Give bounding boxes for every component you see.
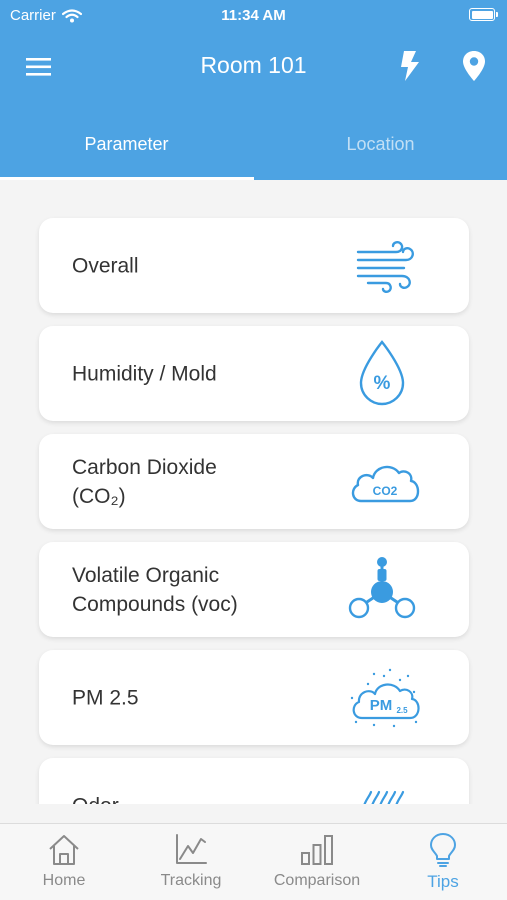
parameter-label: Carbon Dioxide (CO₂) [72,453,342,511]
humidity-percent-text: % [374,373,391,394]
parameter-card-voc[interactable]: Volatile Organic Compounds (voc) [39,542,469,637]
tab-parameter[interactable]: Parameter [0,124,254,180]
bottom-tab-tracking[interactable]: Tracking [128,832,254,898]
clock: 11:34 AM [221,7,286,24]
app-header: Carrier 11:34 AM Room 101 Parameter Loca… [0,0,507,180]
pm25-cloud-icon: PM 2.5 [344,662,424,732]
parameter-card-co2[interactable]: Carbon Dioxide (CO₂) CO2 [39,434,469,529]
tab-bar: Parameter Location [0,124,507,180]
bar-chart-icon [301,835,333,865]
bolt-icon[interactable] [392,48,426,84]
parameter-label-line: (CO₂) [72,484,126,508]
location-pin-icon[interactable] [457,48,491,84]
home-icon [49,835,79,865]
bottom-tab-home-label: Home [42,872,86,889]
parameter-card-pm25[interactable]: PM 2.5 PM 2.5 [39,650,469,745]
lightbulb-icon [430,833,456,867]
tab-location-label: Location [346,134,415,154]
page-title: Room 101 [200,52,307,78]
parameter-label: Overall [72,251,342,280]
parameter-card-odor[interactable]: Odor [39,758,469,804]
bottom-tab-bar: Home Tracking Comparison Tips [0,823,507,900]
parameter-list[interactable]: Overall Humidity / Mold % Carbon Dioxide… [0,180,507,804]
parameter-label: Volatile Organic Compounds (voc) [72,561,342,619]
line-chart-icon [176,834,207,864]
bottom-tab-comparison-label: Comparison [273,872,361,889]
parameter-card-humidity[interactable]: Humidity / Mold % [39,326,469,421]
parameter-label-line: Humidity / Mold [72,362,217,385]
odor-waves-icon [344,770,424,804]
tab-location[interactable]: Location [254,124,507,180]
parameter-label-line: PM 2.5 [72,686,139,709]
bottom-tab-tips-label: Tips [427,872,459,891]
parameter-label-line: Volatile Organic [72,563,220,587]
bottom-tab-comparison[interactable]: Comparison [254,832,380,898]
pm-text: PM [370,697,393,714]
humidity-drop-icon: % [344,338,424,408]
parameter-label-line: Odor [72,794,119,804]
co2-cloud-icon: CO2 [344,446,424,516]
parameter-label: Humidity / Mold [72,359,342,388]
bottom-tab-tips[interactable]: Tips [380,832,506,898]
bottom-tab-home[interactable]: Home [1,832,127,898]
wind-icon [344,230,424,300]
parameter-card-overall[interactable]: Overall [39,218,469,313]
parameter-label-line: Carbon Dioxide [72,455,217,479]
parameter-label-line: Overall [72,254,139,277]
status-bar: Carrier 11:34 AM [0,0,507,32]
tab-parameter-label: Parameter [84,134,169,154]
parameter-label: PM 2.5 [72,683,342,712]
nav-bar: Room 101 [0,40,507,92]
parameter-label: Odor [72,791,342,804]
molecule-icon [344,554,424,624]
battery-icon [469,8,498,21]
bottom-tab-tracking-label: Tracking [160,872,222,889]
co2-text: CO2 [373,484,398,498]
pm-sub-text: 2.5 [396,706,408,715]
parameter-label-line: Compounds (voc) [72,592,238,616]
